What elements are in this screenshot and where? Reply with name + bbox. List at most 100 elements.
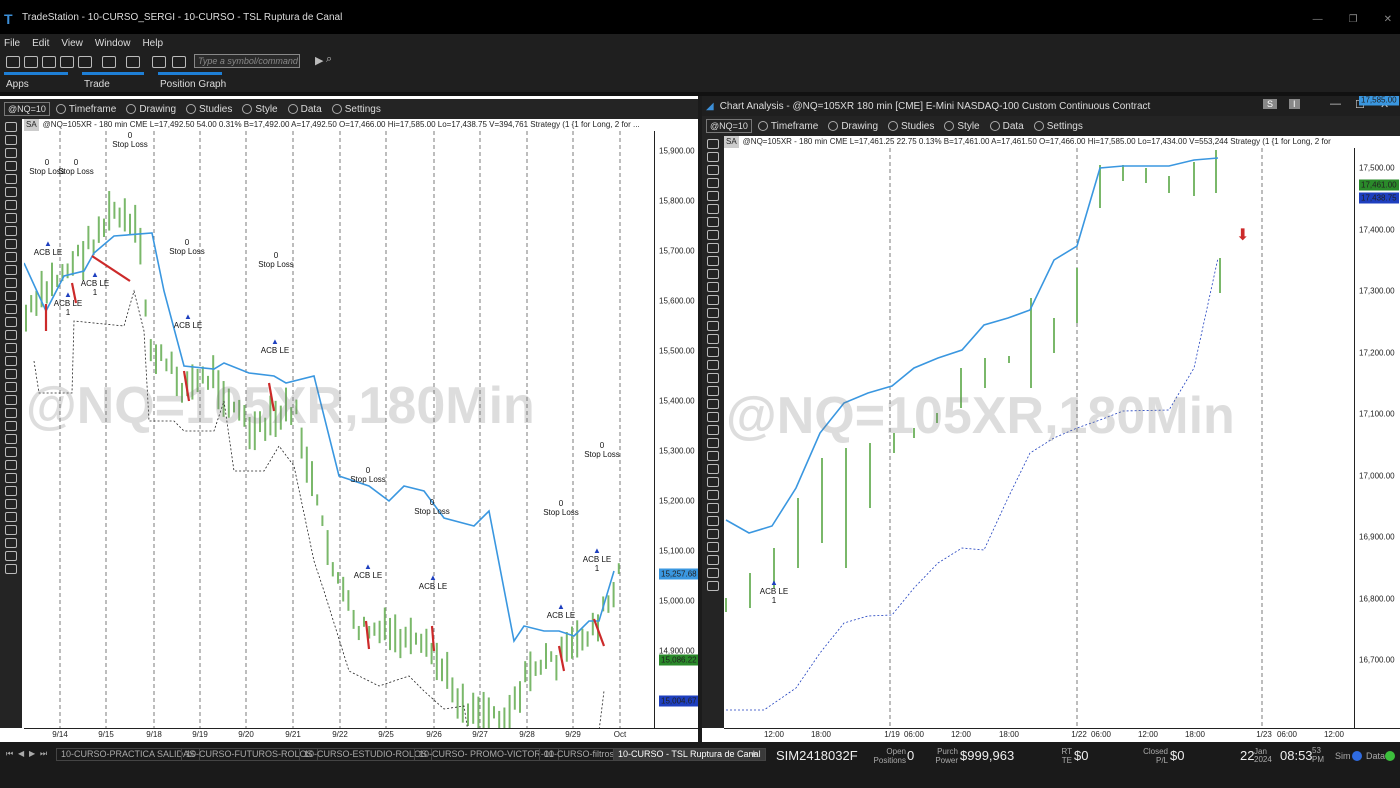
left-symbol-select[interactable]: @NQ=10 [4,102,50,116]
line-tool-icon[interactable] [5,161,17,171]
refresh-tool-icon[interactable] [707,464,719,474]
left-x-axis[interactable]: 9/14 9/15 9/18 9/19 9/20 9/21 9/22 9/25 9/26 9/27… [24,728,698,742]
clear-tool-icon[interactable] [5,564,17,574]
left-studies-button[interactable]: Studies [186,104,232,115]
lock-icon[interactable] [126,56,140,68]
maximize-icon[interactable]: ❐ [1349,14,1358,25]
trend-tool-icon[interactable] [707,204,719,214]
minimize-icon[interactable]: — [1313,14,1323,25]
text-tool-icon[interactable] [707,269,719,279]
sheet-tab[interactable]: 10-CURSO-PRACTICA SALIDAS [56,748,201,761]
pointer-tool-icon[interactable] [5,122,17,132]
level-tool-icon[interactable] [707,516,719,526]
channel-tool-icon[interactable] [5,200,17,210]
hide-tool-icon[interactable] [707,399,719,409]
ellipse-tool-icon[interactable] [5,239,17,249]
menu-edit[interactable]: Edit [32,38,49,49]
save-icon[interactable] [42,56,56,68]
shape-tool-icon[interactable] [5,473,17,483]
marker-tool-icon[interactable] [5,512,17,522]
export-icon[interactable] [78,56,92,68]
eraser-tool-icon[interactable] [5,343,17,353]
zoom-tool-icon[interactable] [5,395,17,405]
sheet-tab[interactable]: 10-CURSO-FUTUROS-ROLOS [181,748,318,761]
list-tool-icon[interactable] [5,434,17,444]
magnet-tool-icon[interactable] [5,356,17,366]
clear-tool-icon[interactable] [707,581,719,591]
link-icon[interactable] [152,56,166,68]
search-icon[interactable]: ⌕ [326,53,332,66]
bars-tool-icon[interactable] [707,425,719,435]
cursor-tool-icon[interactable] [5,460,17,470]
trend-tool-icon[interactable] [5,187,17,197]
bracket-tool-icon[interactable] [5,291,17,301]
sheet-tab[interactable]: 10-CURSO- PROMO-VICTOR-01 [414,748,559,761]
go-icon[interactable]: ▶ [315,54,323,67]
pin-tool-icon[interactable] [707,555,719,565]
pointer-tool-icon[interactable] [707,139,719,149]
brush-tool-icon[interactable] [707,347,719,357]
save-as-icon[interactable] [60,56,74,68]
level-tool-icon[interactable] [5,499,17,509]
next-sheet-icon[interactable]: ▶ [29,749,35,758]
square-tool-icon[interactable] [5,304,17,314]
gann-tool-icon[interactable] [5,226,17,236]
new-icon[interactable] [6,56,20,68]
tag-tool-icon[interactable] [707,542,719,552]
marker-tool-icon[interactable] [707,529,719,539]
list-tool-icon[interactable] [707,451,719,461]
lock-tool-icon[interactable] [707,386,719,396]
fib-tool-icon[interactable] [5,213,17,223]
menu-view[interactable]: View [61,38,83,49]
add-sheet-icon[interactable]: + [750,746,758,761]
arrow-down-tool-icon[interactable] [707,295,719,305]
flag-tool-icon[interactable] [5,551,17,561]
line-tool-icon[interactable] [707,178,719,188]
grid-tool-icon[interactable] [707,438,719,448]
print-icon[interactable] [102,56,116,68]
circle-tool-icon[interactable] [5,317,17,327]
hide-tool-icon[interactable] [5,382,17,392]
circle-tool-icon[interactable] [707,334,719,344]
arrow-up-tool-icon[interactable] [707,282,719,292]
right-data-button[interactable]: Data [989,121,1024,132]
left-timeframe-button[interactable]: Timeframe [55,104,116,115]
menu-file[interactable]: File [4,38,20,49]
square-tool-icon[interactable] [707,321,719,331]
menu-window[interactable]: Window [95,38,131,49]
left-style-button[interactable]: Style [242,104,278,115]
text-tool-icon[interactable] [5,252,17,262]
star-tool-icon[interactable] [707,503,719,513]
tab-position-graph[interactable]: Position Graph [160,79,226,90]
right-y-axis[interactable]: 17,500.00 17,400.00 17,300.00 17,200.00 17,1… [1354,96,1400,728]
arrow-tool-icon[interactable] [5,174,17,184]
refresh-tool-icon[interactable] [5,447,17,457]
close-icon[interactable]: ✕ [1384,14,1392,25]
alert-icon[interactable] [172,56,186,68]
grid-tool-icon[interactable] [5,421,17,431]
open-icon[interactable] [24,56,38,68]
cursor-tool-icon[interactable] [707,477,719,487]
right-symbol-select[interactable]: @NQ=10 [706,119,752,133]
cross-tool-icon[interactable] [5,135,17,145]
arrow-tool-icon[interactable] [707,191,719,201]
sheet-tab[interactable]: 10-CURSO-filtros [539,748,620,761]
bars-tool-icon[interactable] [5,408,17,418]
arrow-up-tool-icon[interactable] [5,265,17,275]
left-data-button[interactable]: Data [287,104,322,115]
bracket-tool-icon[interactable] [707,308,719,318]
first-sheet-icon[interactable]: ⏮ [6,749,13,759]
last-sheet-icon[interactable]: ⏭ [40,749,47,759]
right-studies-button[interactable]: Studies [888,121,934,132]
right-settings-button[interactable]: Settings [1033,121,1083,132]
sheet-tab-active[interactable]: 10-CURSO - TSL Ruptura de Canal [613,748,766,761]
eraser-tool-icon[interactable] [707,360,719,370]
symbol-command-input[interactable]: Type a symbol/command [194,54,300,68]
tab-apps[interactable]: Apps [6,79,29,90]
shape-tool-icon[interactable] [707,490,719,500]
tab-trade[interactable]: Trade [84,79,110,90]
star-tool-icon[interactable] [5,486,17,496]
menu-help[interactable]: Help [142,38,163,49]
right-drawing-button[interactable]: Drawing [828,121,878,132]
channel-tool-icon[interactable] [707,217,719,227]
